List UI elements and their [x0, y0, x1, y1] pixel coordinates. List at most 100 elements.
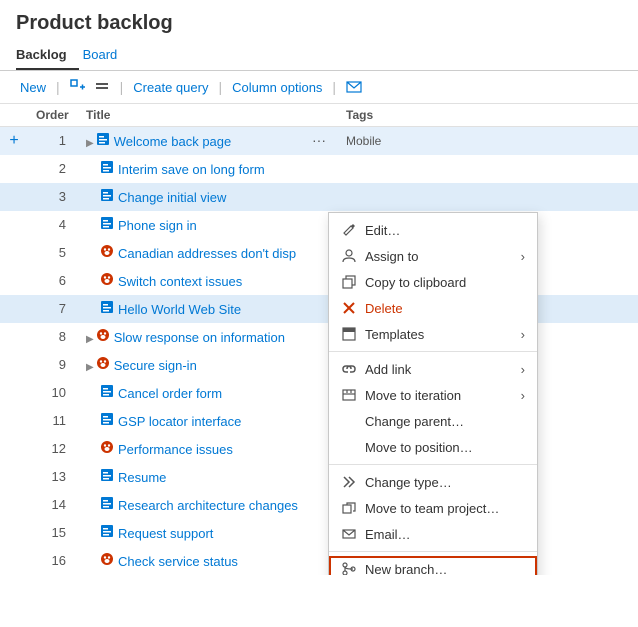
menu-item-label: Move to team project…: [365, 501, 499, 516]
submenu-arrow-icon: ›: [521, 362, 525, 377]
column-options-label: Column options: [232, 80, 322, 95]
collapse-button[interactable]: [90, 77, 114, 97]
add-child-button[interactable]: [66, 77, 90, 97]
menu-item-email-[interactable]: Email…: [329, 521, 537, 547]
tab-backlog[interactable]: Backlog: [16, 41, 79, 70]
sep3: |: [218, 79, 222, 95]
create-query-button[interactable]: Create query: [129, 78, 212, 97]
row-title-link[interactable]: Phone sign in: [118, 218, 197, 233]
menu-icon-copy: [341, 274, 357, 290]
row-expand-icon[interactable]: ▶: [86, 334, 94, 345]
row-order: 16: [28, 547, 78, 575]
bug-icon: [96, 356, 110, 370]
table-row: 7 Hello World Web Site: [0, 295, 638, 323]
context-menu: Edit… Assign to › Copy to clipboard Dele…: [328, 212, 538, 575]
row-add-cell: [0, 519, 28, 547]
submenu-arrow-icon: ›: [521, 388, 525, 403]
menu-icon-template: [341, 326, 357, 342]
row-add-cell: +: [0, 127, 28, 155]
row-title-link[interactable]: Check service status: [118, 554, 238, 569]
story-icon: [100, 496, 114, 510]
sep2: |: [120, 79, 124, 95]
story-icon: [100, 216, 114, 230]
row-title-link[interactable]: Performance issues: [118, 442, 233, 457]
table-row: 10Cancel order form: [0, 379, 638, 407]
menu-item-move-to-team-project-[interactable]: Move to team project…: [329, 495, 537, 521]
row-tags: [338, 183, 638, 211]
row-title: Change initial view: [78, 183, 338, 211]
menu-item-move-to-position-[interactable]: Move to position…: [329, 434, 537, 460]
menu-item-edit-[interactable]: Edit…: [329, 217, 537, 243]
row-order: 3: [28, 183, 78, 211]
row-title-link[interactable]: Welcome back page: [114, 134, 232, 149]
row-title-link[interactable]: Change initial view: [118, 190, 226, 205]
page-container: Product backlog Backlog Board New | | Cr…: [0, 0, 638, 575]
row-add-cell: [0, 351, 28, 379]
menu-item-label: Change parent…: [365, 414, 464, 429]
menu-icon-change-type: [341, 474, 357, 490]
tab-board[interactable]: Board: [83, 41, 130, 70]
row-expand-icon[interactable]: ▶: [86, 362, 94, 373]
menu-icon-branch: [341, 561, 357, 575]
row-title: Phone sign in: [78, 211, 338, 239]
menu-item-assign-to[interactable]: Assign to ›: [329, 243, 537, 269]
row-add-cell: [0, 323, 28, 351]
menu-item-new-branch-[interactable]: New branch…: [329, 556, 537, 575]
row-title-link[interactable]: GSP locator interface: [118, 414, 241, 429]
row-tags: Mobile: [338, 127, 638, 155]
bug-icon: [100, 244, 114, 258]
row-add-cell: [0, 183, 28, 211]
row-order: 4: [28, 211, 78, 239]
add-row-icon[interactable]: +: [9, 132, 18, 149]
row-order: 14: [28, 491, 78, 519]
row-title: Interim save on long form: [78, 155, 338, 183]
collapse-icon: [94, 79, 110, 95]
submenu-arrow-icon: ›: [521, 327, 525, 342]
menu-item-add-link[interactable]: Add link ›: [329, 356, 537, 382]
email-button[interactable]: [342, 77, 366, 97]
row-add-cell: [0, 463, 28, 491]
row-order: 2: [28, 155, 78, 183]
row-add-cell: [0, 267, 28, 295]
menu-item-copy-to-clipboard[interactable]: Copy to clipboard: [329, 269, 537, 295]
table-row: 12 Performance issues: [0, 435, 638, 463]
menu-item-templates[interactable]: Templates ›: [329, 321, 537, 347]
menu-item-move-to-iteration[interactable]: Move to iteration ›: [329, 382, 537, 408]
menu-item-label: Assign to: [365, 249, 418, 264]
menu-item-delete[interactable]: Delete: [329, 295, 537, 321]
row-order: 12: [28, 435, 78, 463]
row-title-link[interactable]: Hello World Web Site: [118, 302, 241, 317]
row-title-link[interactable]: Research architecture changes: [118, 498, 298, 513]
row-add-cell: [0, 407, 28, 435]
row-title-link[interactable]: Slow response on information: [114, 330, 285, 345]
menu-item-label: Move to iteration: [365, 388, 461, 403]
row-title-link[interactable]: Cancel order form: [118, 386, 222, 401]
row-dots-button[interactable]: ···: [308, 132, 330, 148]
menu-item-change-type-[interactable]: Change type…: [329, 469, 537, 495]
table-row: 4 Phone sign in: [0, 211, 638, 239]
row-order: 7: [28, 295, 78, 323]
row-title-link[interactable]: Canadian addresses don't disp: [118, 246, 296, 261]
row-title: Hello World Web Site: [78, 295, 338, 323]
story-icon: [100, 384, 114, 398]
row-order: 8: [28, 323, 78, 351]
menu-icon-link: [341, 361, 357, 377]
menu-item-label: Delete: [365, 301, 403, 316]
new-button[interactable]: New: [16, 78, 50, 97]
col-title-header: Title: [78, 104, 338, 127]
menu-item-change-parent-[interactable]: Change parent…: [329, 408, 537, 434]
create-query-label: Create query: [133, 80, 208, 95]
bug-icon: [96, 328, 110, 342]
row-title-link[interactable]: Switch context issues: [118, 274, 242, 289]
table-row: 16 Check service status: [0, 547, 638, 575]
column-options-button[interactable]: Column options: [228, 78, 326, 97]
row-title: Performance issues: [78, 435, 338, 463]
row-expand-icon[interactable]: ▶: [86, 138, 94, 149]
row-title: Research architecture changes: [78, 491, 338, 519]
row-title-link[interactable]: Secure sign-in: [114, 358, 197, 373]
row-title-link[interactable]: Request support: [118, 526, 213, 541]
menu-icon-move-project: [341, 500, 357, 516]
row-title-link[interactable]: Resume: [118, 470, 166, 485]
row-title-link[interactable]: Interim save on long form: [118, 162, 265, 177]
menu-item-label: Add link: [365, 362, 411, 377]
